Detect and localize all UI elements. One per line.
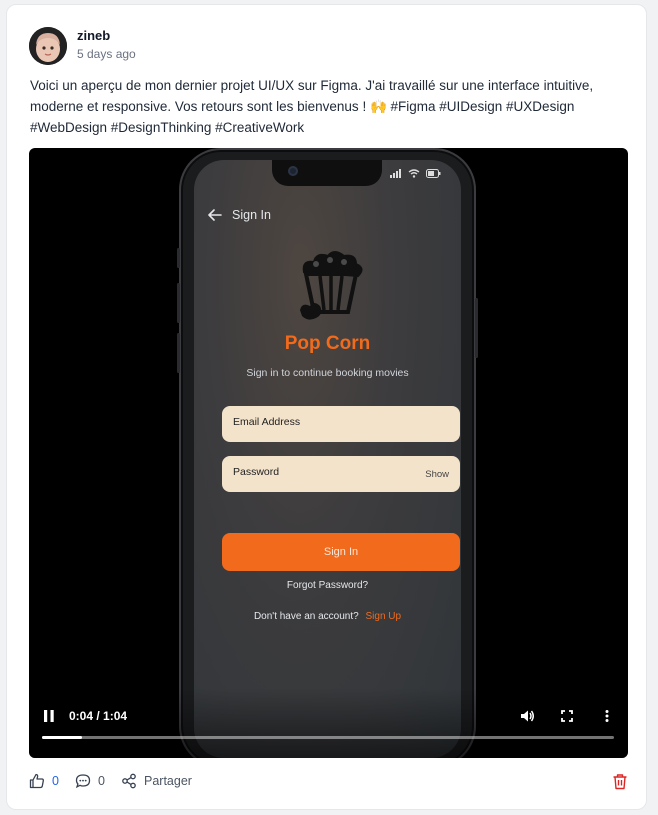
like-count: 0 (52, 774, 59, 788)
video-player[interactable]: Sign In Pop Corn Sign in to continue boo… (29, 148, 628, 758)
thumbs-up-icon (29, 773, 44, 789)
show-password-toggle[interactable]: Show (425, 469, 449, 480)
back-arrow-icon[interactable] (208, 209, 222, 221)
avatar[interactable] (29, 27, 67, 65)
sign-up-link[interactable]: Sign Up (365, 611, 401, 622)
share-icon (122, 773, 136, 789)
share-label: Partager (144, 774, 192, 788)
password-field[interactable]: Password Show (222, 456, 460, 492)
password-field-label: Password (233, 466, 280, 478)
video-progress-fill (42, 736, 83, 739)
comment-icon (75, 774, 91, 789)
camera-icon (288, 166, 298, 176)
post-actions: 0 0 Partager (29, 773, 629, 795)
pause-icon[interactable] (43, 709, 55, 723)
fullscreen-icon[interactable] (559, 708, 575, 724)
status-bar (390, 169, 441, 178)
video-controls: 0:04 / 1:04 (29, 705, 628, 729)
popcorn-icon (300, 251, 363, 320)
signup-row: Don't have an account? Sign Up (194, 611, 461, 622)
post-timestamp: 5 days ago (77, 47, 136, 61)
video-progress-bar[interactable] (42, 736, 614, 739)
wifi-icon (408, 169, 420, 178)
no-account-text: Don't have an account? (253, 611, 359, 622)
post-text: Voici un aperçu de mon dernier projet UI… (30, 78, 594, 135)
volume-icon[interactable] (519, 708, 535, 724)
email-field-label: Email Address (233, 416, 301, 428)
comment-count: 0 (98, 774, 105, 788)
sign-in-button[interactable]: Sign In (222, 533, 460, 571)
phone-notch (272, 160, 382, 186)
trash-icon[interactable] (612, 773, 628, 790)
more-vertical-icon[interactable] (599, 708, 615, 724)
post-card: zineb 5 days ago Voici un aperçu de mon … (6, 4, 647, 810)
phone-screen: Sign In Pop Corn Sign in to continue boo… (194, 160, 461, 758)
like-button[interactable]: 0 (29, 773, 59, 789)
comment-button[interactable]: 0 (75, 773, 105, 789)
screen-title: Sign In (232, 208, 271, 222)
app-subtitle: Sign in to continue booking movies (246, 367, 409, 379)
battery-icon (426, 169, 441, 178)
share-button[interactable]: Partager (121, 773, 192, 789)
author-name[interactable]: zineb (77, 28, 110, 43)
forgot-password-link[interactable]: Forgot Password? (194, 580, 461, 591)
video-time: 0:04 / 1:04 (69, 709, 128, 723)
screen-header: Sign In (208, 208, 271, 222)
app-brand-title: Pop Corn (284, 333, 371, 354)
email-field[interactable]: Email Address (222, 406, 460, 442)
signal-icon (390, 169, 401, 178)
